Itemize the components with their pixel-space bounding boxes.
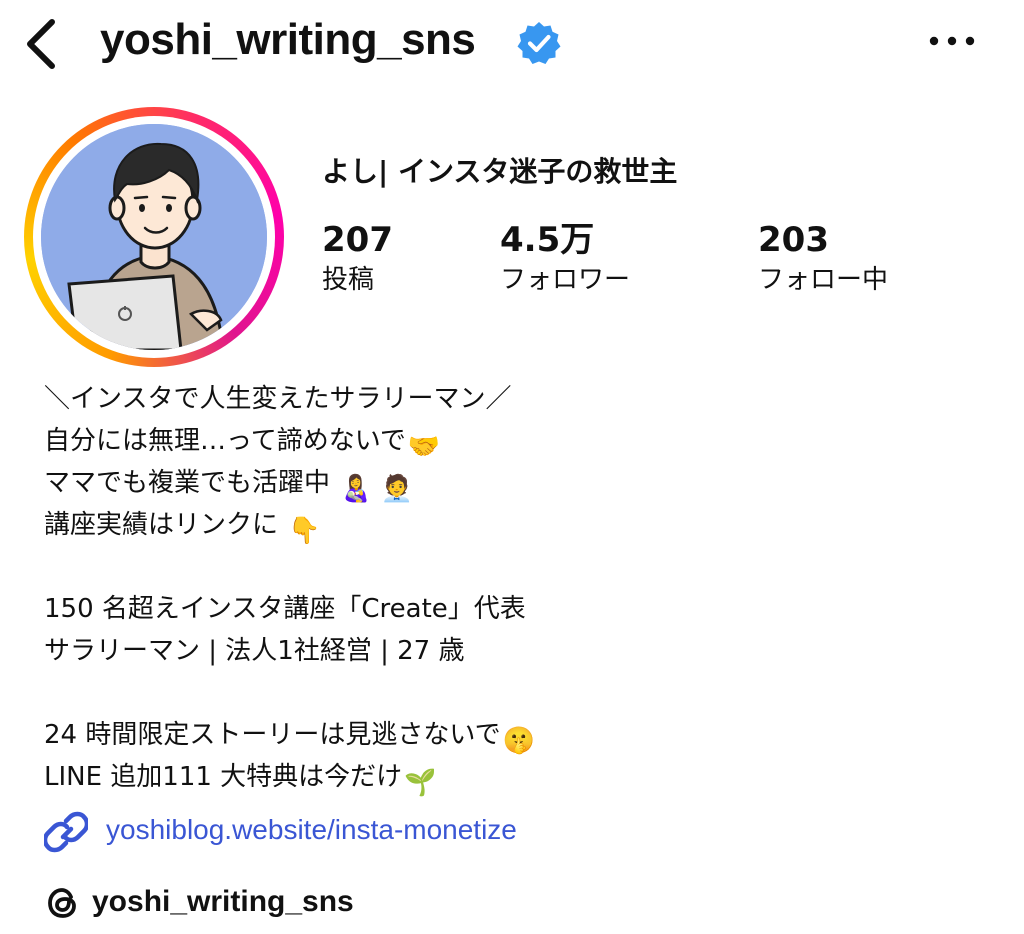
profile-bio: ＼インスタで人生変えたサラリーマン／ 自分には無理…って諦めないで🤝 ママでも複… xyxy=(44,378,984,798)
bio-line: ＼インスタで人生変えたサラリーマン／ xyxy=(44,384,512,414)
stat-following[interactable]: 203 フォロー中 xyxy=(758,218,888,298)
pointing-down-emoji: 👇 xyxy=(288,516,321,546)
posts-count: 207 xyxy=(322,220,393,260)
bio-line: ママでも複業でも活躍中 👩‍🍼 🧑‍💼 xyxy=(44,462,984,504)
threads-handle[interactable]: yoshi_writing_sns xyxy=(92,882,354,922)
profile-display-name: よし| インスタ迷子の救世主 xyxy=(322,155,678,188)
bio-line: LINE 追加111 大特典は今だけ🌱 xyxy=(44,756,984,798)
people-emoji: 👩‍🍼 🧑‍💼 xyxy=(340,474,414,504)
following-count: 203 xyxy=(758,220,829,260)
avatar xyxy=(41,124,267,350)
bio-line: 150 名超えインスタ講座「Create」代表 xyxy=(44,594,526,624)
avatar-illustration xyxy=(41,124,267,350)
bio-line: 24 時間限定ストーリーは見逃さないで🤫 xyxy=(44,714,984,756)
following-label: フォロー中 xyxy=(758,265,889,295)
followers-label: フォロワー xyxy=(500,265,631,295)
stat-posts[interactable]: 207 投稿 xyxy=(322,218,393,298)
verified-badge-icon xyxy=(517,22,561,64)
posts-label: 投稿 xyxy=(322,265,375,295)
avatar-story-ring[interactable] xyxy=(24,107,284,367)
chevron-left-icon xyxy=(27,19,55,69)
more-options-button[interactable] xyxy=(924,24,980,58)
shushing-face-emoji: 🤫 xyxy=(502,726,535,756)
bio-line: 自分には無理…って諦めないで🤝 xyxy=(44,420,984,462)
link-icon xyxy=(44,811,88,853)
header-username: yoshi_writing_sns xyxy=(100,15,476,64)
bio-link-text[interactable]: yoshiblog.website/insta-monetize xyxy=(106,810,517,850)
seedling-emoji: 🌱 xyxy=(404,768,437,798)
bio-line: サラリーマン | 法人1社経営 | 27 歳 xyxy=(44,636,465,666)
followers-count: 4.5万 xyxy=(500,220,595,260)
more-horizontal-icon xyxy=(929,36,975,46)
back-button[interactable] xyxy=(18,14,68,70)
bio-line: 講座実績はリンクに 👇 xyxy=(44,504,984,546)
threads-icon xyxy=(48,888,76,918)
stat-followers[interactable]: 4.5万 フォロワー xyxy=(500,218,630,298)
profile-header: yoshi_writing_sns xyxy=(0,0,1024,86)
